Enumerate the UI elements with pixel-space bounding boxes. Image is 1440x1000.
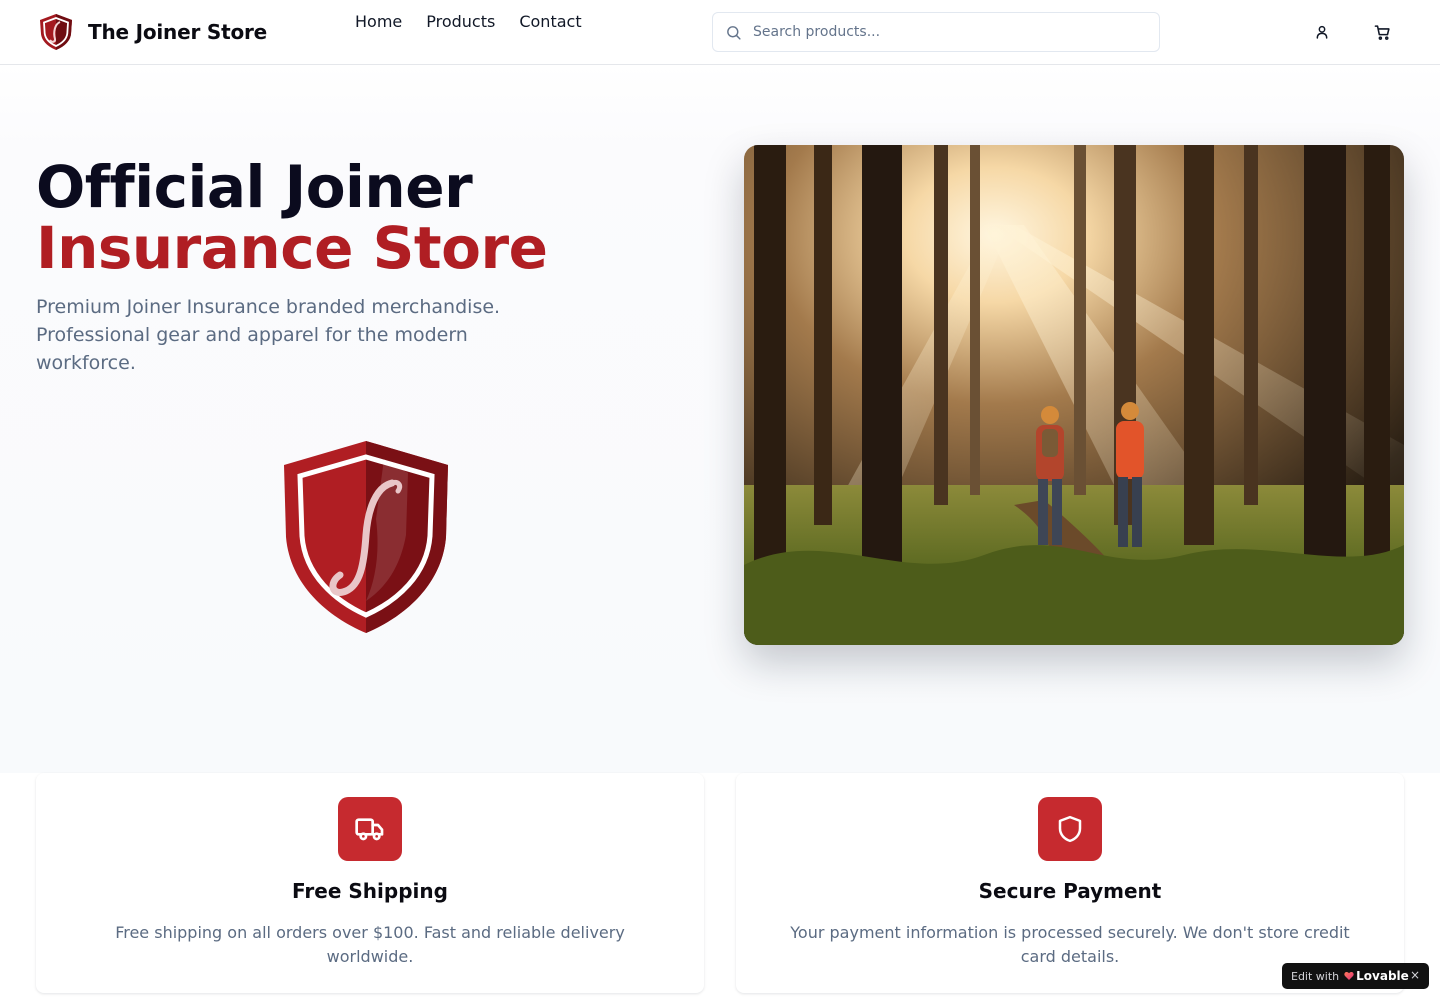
hero-image	[744, 145, 1404, 645]
shopping-cart-icon	[1374, 24, 1390, 40]
main-nav: Home Products Contact	[355, 12, 582, 31]
edit-with-lovable-badge[interactable]: Edit with Lovable ×	[1282, 963, 1429, 989]
hero-section: Official Joiner Insurance Store Premium …	[0, 65, 1440, 773]
hero-title-line2: Insurance Store	[36, 214, 548, 282]
badge-prefix: Edit with	[1291, 969, 1340, 983]
nav-products[interactable]: Products	[426, 12, 495, 31]
joiner-shield-logo-icon	[40, 14, 72, 50]
badge-brand: Lovable	[1356, 969, 1409, 983]
cart-button[interactable]	[1370, 20, 1394, 44]
shield-icon	[1058, 815, 1082, 843]
truck-icon	[355, 818, 384, 841]
badge-close-icon[interactable]: ×	[1410, 968, 1420, 982]
joiner-shield-emblem-icon	[284, 441, 448, 633]
store-name: The Joiner Store	[88, 20, 268, 44]
feature-description: Free shipping on all orders over $100. F…	[115, 923, 625, 966]
search-box[interactable]	[712, 12, 1160, 52]
feature-icon-box	[1038, 797, 1102, 861]
hero-subtitle: Premium Joiner Insurance branded merchan…	[36, 296, 501, 374]
brand[interactable]: The Joiner Store	[36, 12, 267, 52]
feature-title: Secure Payment	[978, 879, 1162, 903]
hero-title: Official Joiner Insurance Store	[36, 153, 548, 282]
feature-icon-box	[338, 797, 402, 861]
nav-home[interactable]: Home	[355, 12, 402, 31]
hero-title-line1: Official Joiner	[36, 153, 473, 221]
lovable-heart-icon	[1344, 971, 1354, 980]
account-button[interactable]	[1310, 20, 1334, 44]
search-input[interactable]	[753, 24, 1133, 40]
site-header: The Joiner Store Home Products Contact	[0, 0, 1440, 65]
feature-card-secure-payment: Secure Payment Your payment information …	[736, 773, 1404, 993]
feature-card-shipping: Free Shipping Free shipping on all order…	[36, 773, 704, 993]
search-icon	[727, 25, 741, 40]
nav-contact[interactable]: Contact	[519, 12, 581, 31]
forest-workers-photo	[744, 145, 1404, 645]
feature-title: Free Shipping	[292, 879, 448, 903]
feature-description: Your payment information is processed se…	[790, 923, 1350, 966]
user-icon	[1316, 25, 1328, 39]
